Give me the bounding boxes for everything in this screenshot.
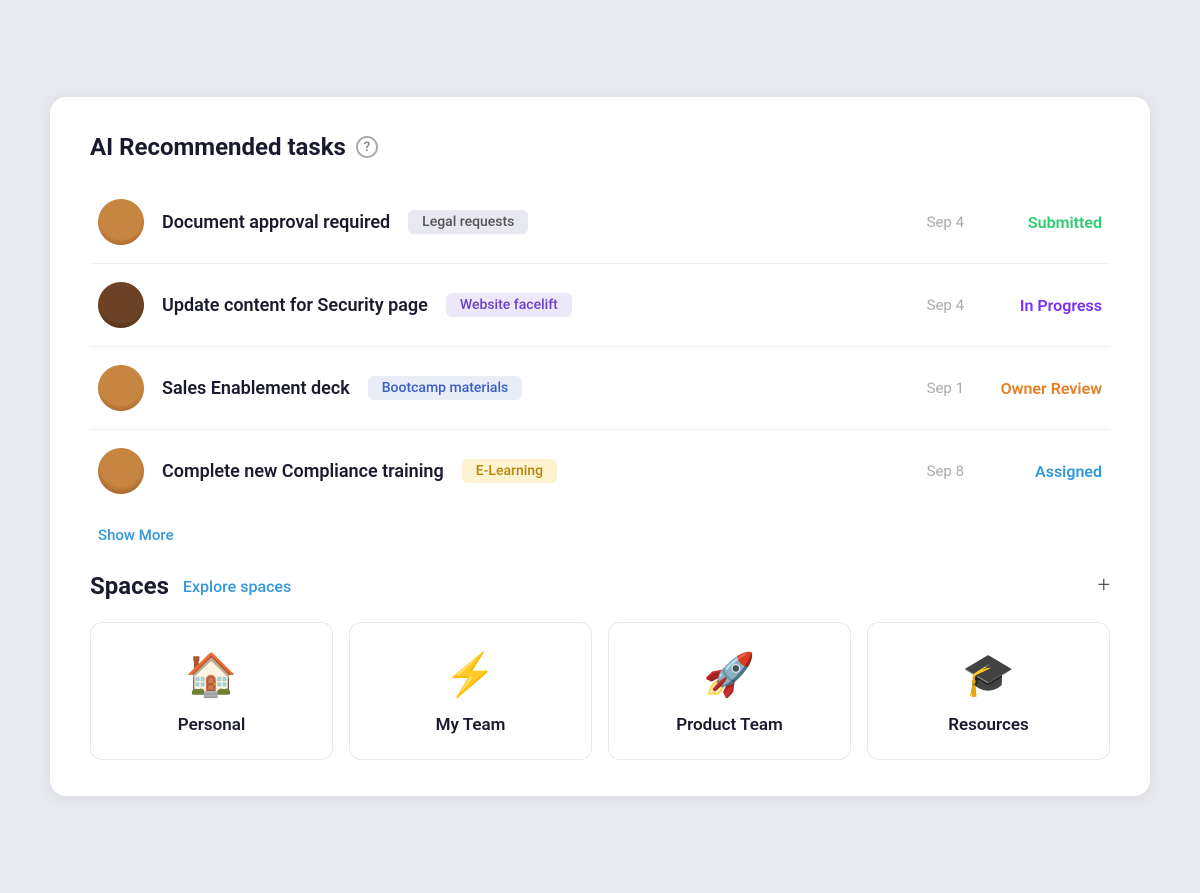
space-label-personal: Personal	[178, 715, 245, 735]
task-tag: E-Learning	[462, 459, 557, 483]
space-label-resources: Resources	[948, 715, 1029, 735]
space-icon-product-team: 🚀	[703, 655, 755, 697]
avatar	[98, 365, 144, 411]
task-date: Sep 1	[927, 379, 964, 397]
space-icon-resources: 🎓	[962, 655, 1014, 697]
main-card: AI Recommended tasks ? Document approval…	[50, 97, 1150, 796]
space-label-my-team: My Team	[436, 715, 506, 735]
task-name: Complete new Compliance training	[162, 461, 444, 482]
task-row[interactable]: Complete new Compliance training E-Learni…	[90, 430, 1110, 512]
section-title-ai-tasks: AI Recommended tasks ?	[90, 133, 1110, 161]
task-tag: Legal requests	[408, 210, 528, 234]
spaces-grid: 🏠 Personal ⚡ My Team 🚀 Product Team 🎓 Resources	[90, 622, 1110, 760]
add-space-button[interactable]: +	[1098, 575, 1110, 597]
task-tag: Bootcamp materials	[368, 376, 523, 400]
task-row[interactable]: Document approval required Legal requests…	[90, 181, 1110, 264]
task-status: Owner Review	[982, 379, 1102, 398]
spaces-title: Spaces	[90, 572, 169, 600]
ai-tasks-title: AI Recommended tasks	[90, 133, 346, 161]
space-card-personal[interactable]: 🏠 Personal	[90, 622, 333, 760]
task-tag: Website facelift	[446, 293, 572, 317]
task-name: Sales Enablement deck	[162, 378, 350, 399]
space-card-resources[interactable]: 🎓 Resources	[867, 622, 1110, 760]
task-row[interactable]: Update content for Security page Website …	[90, 264, 1110, 347]
task-name: Update content for Security page	[162, 295, 428, 316]
space-card-my-team[interactable]: ⚡ My Team	[349, 622, 592, 760]
avatar	[98, 282, 144, 328]
avatar	[98, 199, 144, 245]
space-icon-personal: 🏠	[185, 655, 237, 697]
space-icon-my-team: ⚡	[444, 655, 496, 697]
task-list: Document approval required Legal requests…	[90, 181, 1110, 512]
task-name: Document approval required	[162, 212, 390, 233]
avatar	[98, 448, 144, 494]
help-icon[interactable]: ?	[356, 136, 378, 158]
task-status: Submitted	[982, 213, 1102, 232]
space-card-product-team[interactable]: 🚀 Product Team	[608, 622, 851, 760]
task-status: In Progress	[982, 296, 1102, 315]
task-date: Sep 4	[927, 296, 964, 314]
task-date: Sep 4	[927, 213, 964, 231]
show-more-link[interactable]: Show More	[98, 526, 174, 544]
task-row[interactable]: Sales Enablement deck Bootcamp materials S…	[90, 347, 1110, 430]
space-label-product-team: Product Team	[676, 715, 783, 735]
explore-spaces-link[interactable]: Explore spaces	[183, 577, 291, 596]
spaces-header: Spaces Explore spaces +	[90, 572, 1110, 600]
task-date: Sep 8	[927, 462, 964, 480]
task-status: Assigned	[982, 462, 1102, 481]
